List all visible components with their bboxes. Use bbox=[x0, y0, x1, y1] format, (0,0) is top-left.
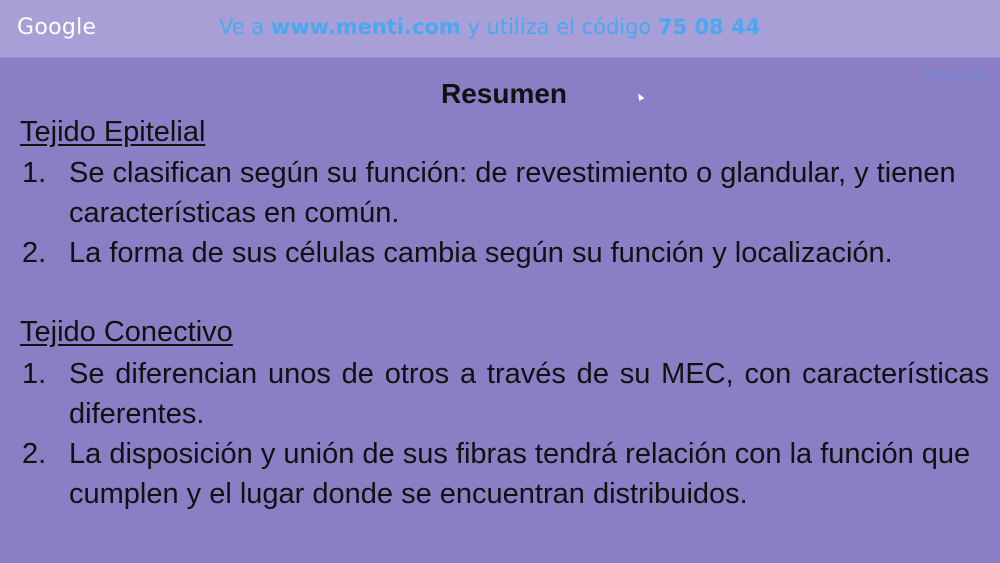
google-logo: Google bbox=[17, 15, 97, 40]
item-text: Se diferencian unos de otros a través de… bbox=[69, 358, 989, 430]
section-heading-epitelial: Tejido Epitelial bbox=[20, 116, 206, 148]
item-text: La forma de sus células cambia según su … bbox=[69, 237, 893, 269]
item-text: Se clasifican según su función: de reves… bbox=[69, 157, 956, 229]
menti-code: 75 08 44 bbox=[658, 15, 761, 39]
item-text: La disposición y unión de sus fibras ten… bbox=[69, 438, 971, 510]
menti-join-banner: Ve a www.menti.com y utiliza el código 7… bbox=[219, 15, 760, 39]
slide-title: Resumen bbox=[440, 78, 568, 109]
menti-url-link[interactable]: www.menti.com bbox=[271, 15, 461, 39]
banner-prefix: Ve a bbox=[219, 15, 271, 39]
menti-topbar: Google Ve a www.menti.com y utiliza el c… bbox=[0, 0, 1000, 58]
banner-middle: y utiliza el código bbox=[460, 15, 658, 39]
presentation-slide: Resumen Tejido Epitelial 1. Se clasifica… bbox=[0, 60, 1000, 563]
item-number: 1. bbox=[22, 157, 47, 189]
item-number: 1. bbox=[22, 358, 47, 390]
item-number: 2. bbox=[22, 438, 47, 470]
item-number: 2. bbox=[22, 237, 47, 269]
section-heading-conectivo: Tejido Conectivo bbox=[20, 316, 233, 348]
